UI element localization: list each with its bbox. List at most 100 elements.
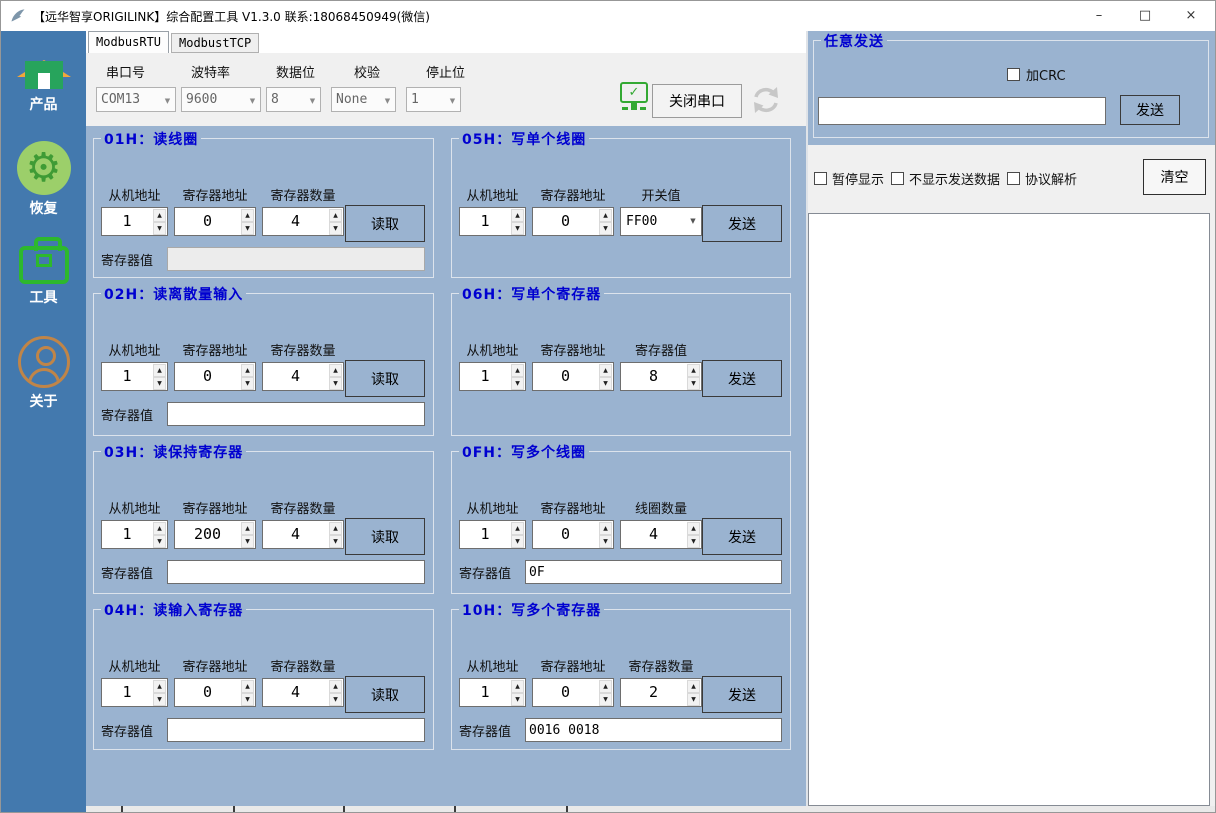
spinner-down-icon[interactable] [511, 222, 524, 235]
spinner-down-icon[interactable] [599, 535, 612, 548]
sidebar-item-product[interactable]: 产品 [1, 44, 86, 114]
maximize-icon[interactable]: □ [1122, 1, 1168, 30]
free-send-button[interactable]: 发送 [1120, 95, 1180, 125]
register-value-field[interactable] [525, 560, 782, 584]
register-value-field[interactable] [167, 560, 425, 584]
register-address-spinner[interactable]: 0 [174, 207, 256, 236]
serial-port-combobox[interactable]: COM13 [96, 87, 176, 112]
sidebar-item-restore[interactable]: 恢复 [1, 141, 86, 218]
spinner-down-icon[interactable] [687, 535, 700, 548]
spinner-up-icon[interactable] [241, 680, 254, 693]
slave-address-spinner[interactable]: 1 [101, 362, 168, 391]
send-button[interactable]: 发送 [702, 360, 782, 397]
send-button[interactable]: 发送 [702, 518, 782, 555]
read-button[interactable]: 读取 [345, 360, 425, 397]
chevron-down-icon[interactable] [685, 208, 701, 235]
register-address-spinner[interactable]: 0 [532, 520, 614, 549]
spinner-up-icon[interactable] [241, 522, 254, 535]
register-count-spinner[interactable]: 4 [262, 207, 344, 236]
register-address-spinner[interactable]: 0 [532, 678, 614, 707]
chevron-down-icon[interactable] [245, 88, 260, 111]
spinner-down-icon[interactable] [329, 535, 342, 548]
spinner-down-icon[interactable] [329, 377, 342, 390]
slave-address-spinner[interactable]: 1 [459, 520, 526, 549]
data-bits-combobox[interactable]: 8 [266, 87, 321, 112]
spinner-down-icon[interactable] [599, 222, 612, 235]
spinner-up-icon[interactable] [329, 680, 342, 693]
pause-display-checkbox[interactable] [814, 172, 827, 185]
slave-address-spinner[interactable]: 1 [459, 362, 526, 391]
spinner-down-icon[interactable] [241, 377, 254, 390]
crc-checkbox[interactable] [1007, 68, 1020, 81]
spinner-up-icon[interactable] [241, 364, 254, 377]
spinner-down-icon[interactable] [153, 535, 166, 548]
refresh-icon[interactable] [750, 84, 782, 120]
spinner-down-icon[interactable] [511, 377, 524, 390]
slave-address-spinner[interactable]: 1 [101, 207, 168, 236]
spinner-up-icon[interactable] [329, 364, 342, 377]
slave-address-spinner[interactable]: 1 [459, 678, 526, 707]
coil-count-spinner[interactable]: 4 [620, 520, 702, 549]
spinner-up-icon[interactable] [511, 209, 524, 222]
spinner-up-icon[interactable] [599, 680, 612, 693]
tab-modbus-tcp[interactable]: ModbustTCP [171, 33, 259, 53]
spinner-up-icon[interactable] [153, 209, 166, 222]
register-value-field[interactable] [525, 718, 782, 742]
slave-address-spinner[interactable]: 1 [459, 207, 526, 236]
spinner-down-icon[interactable] [599, 377, 612, 390]
register-address-spinner[interactable]: 200 [174, 520, 256, 549]
tab-modbus-rtu[interactable]: ModbusRTU [88, 31, 169, 53]
spinner-up-icon[interactable] [687, 680, 700, 693]
spinner-down-icon[interactable] [153, 693, 166, 706]
spinner-down-icon[interactable] [241, 222, 254, 235]
close-serial-port-button[interactable]: 关闭串口 [652, 84, 742, 118]
register-count-spinner[interactable]: 4 [262, 362, 344, 391]
chevron-down-icon[interactable] [305, 88, 320, 111]
sidebar-item-about[interactable]: 关于 [1, 336, 86, 411]
register-value-field[interactable] [167, 247, 425, 271]
register-address-spinner[interactable]: 0 [174, 362, 256, 391]
chevron-down-icon[interactable] [380, 88, 395, 111]
spinner-up-icon[interactable] [153, 522, 166, 535]
read-button[interactable]: 读取 [345, 205, 425, 242]
spinner-up-icon[interactable] [329, 522, 342, 535]
register-address-spinner[interactable]: 0 [532, 207, 614, 236]
read-button[interactable]: 读取 [345, 676, 425, 713]
register-address-spinner[interactable]: 0 [174, 678, 256, 707]
spinner-down-icon[interactable] [511, 693, 524, 706]
read-button[interactable]: 读取 [345, 518, 425, 555]
register-count-spinner[interactable]: 4 [262, 520, 344, 549]
minimize-icon[interactable]: – [1076, 1, 1122, 30]
switch-value-combobox[interactable]: FF00 [620, 207, 702, 236]
spinner-down-icon[interactable] [687, 693, 700, 706]
parity-combobox[interactable]: None [331, 87, 396, 112]
baud-rate-combobox[interactable]: 9600 [181, 87, 261, 112]
register-value-field[interactable] [167, 718, 425, 742]
close-icon[interactable]: × [1168, 1, 1214, 30]
spinner-down-icon[interactable] [687, 377, 700, 390]
clear-log-button[interactable]: 清空 [1143, 159, 1206, 195]
spinner-down-icon[interactable] [329, 693, 342, 706]
spinner-up-icon[interactable] [687, 364, 700, 377]
register-value-spinner[interactable]: 8 [620, 362, 702, 391]
sidebar-item-tools[interactable]: 工具 [1, 234, 86, 307]
chevron-down-icon[interactable] [160, 88, 175, 111]
hide-tx-data-checkbox[interactable] [891, 172, 904, 185]
spinner-down-icon[interactable] [329, 222, 342, 235]
spinner-up-icon[interactable] [241, 209, 254, 222]
spinner-up-icon[interactable] [599, 364, 612, 377]
register-count-spinner[interactable]: 4 [262, 678, 344, 707]
spinner-down-icon[interactable] [511, 535, 524, 548]
send-button[interactable]: 发送 [702, 205, 782, 242]
spinner-up-icon[interactable] [511, 680, 524, 693]
log-output-area[interactable] [808, 213, 1210, 806]
stop-bits-combobox[interactable]: 1 [406, 87, 461, 112]
free-send-input[interactable] [818, 97, 1106, 125]
register-address-spinner[interactable]: 0 [532, 362, 614, 391]
spinner-down-icon[interactable] [241, 693, 254, 706]
spinner-up-icon[interactable] [599, 209, 612, 222]
spinner-up-icon[interactable] [153, 680, 166, 693]
slave-address-spinner[interactable]: 1 [101, 678, 168, 707]
spinner-up-icon[interactable] [599, 522, 612, 535]
chevron-down-icon[interactable] [445, 88, 460, 111]
